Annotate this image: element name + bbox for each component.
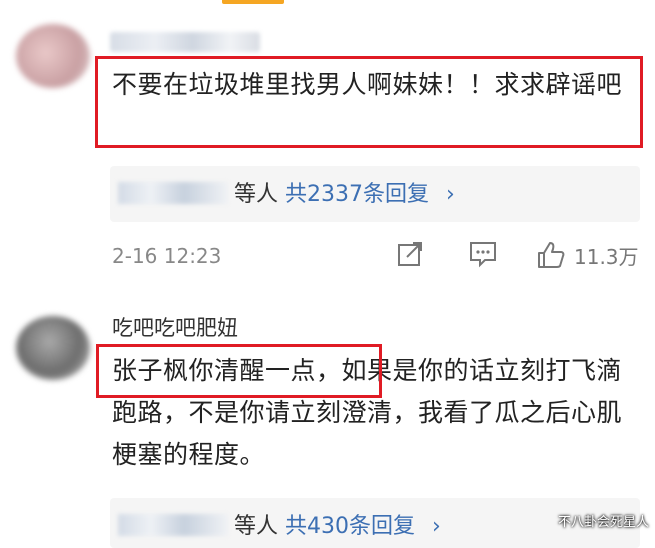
highlight-box [95,56,643,148]
watermark: 不八卦会死星人 [557,515,649,530]
comment-time: 2-16 12:23 [112,244,222,268]
avatar[interactable] [16,24,90,88]
chevron-right-icon: › [432,514,441,539]
like-icon [538,242,565,268]
like-button[interactable]: 11.3万 [536,240,639,270]
comment-icon [470,242,496,268]
highlight-box [96,344,382,398]
scroll-indicator [222,0,284,4]
reply-usernames-blurred [118,182,228,204]
reply-usernames-blurred [118,514,228,536]
chevron-right-icon: › [446,182,455,207]
reply-count-link[interactable]: 共2337条回复 [285,182,429,207]
comment-button[interactable] [468,240,498,268]
reply-suffix: 等人 [234,182,279,207]
reply-suffix: 等人 [234,514,279,539]
avatar[interactable] [16,316,90,380]
username[interactable]: 吃吧吃吧肥妞 [112,312,238,342]
share-icon [398,242,422,266]
share-button[interactable] [396,240,424,268]
reply-summary[interactable]: 等人 共2337条回复 › [110,166,640,222]
reply-count-link[interactable]: 共430条回复 [285,514,415,539]
like-count: 11.3万 [574,244,639,269]
username-blurred[interactable] [110,32,260,52]
